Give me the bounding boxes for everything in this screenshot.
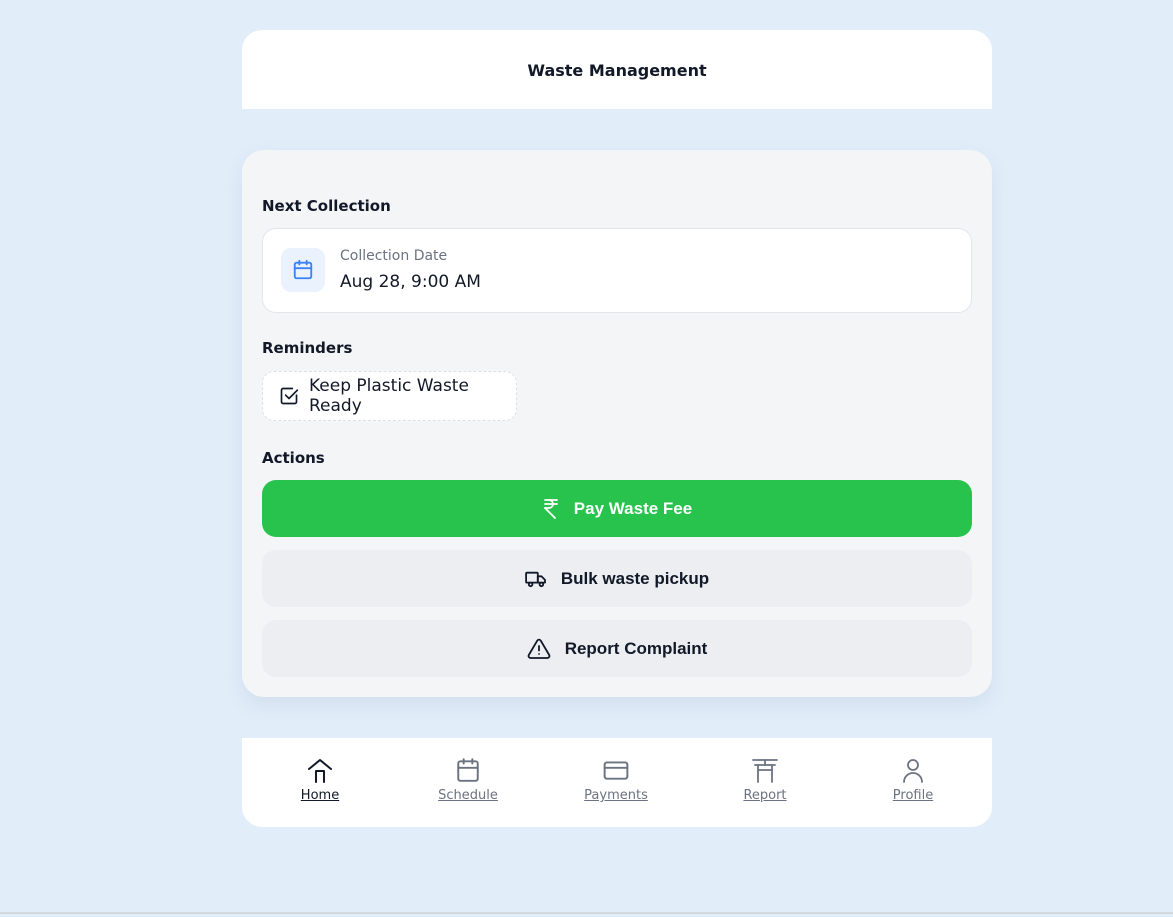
- nav-item-profile[interactable]: Profile: [853, 756, 973, 803]
- collection-date-value: Aug 28, 9:00 AM: [340, 272, 481, 292]
- collection-date-card: Collection Date Aug 28, 9:00 AM: [262, 228, 972, 313]
- bulk-waste-pickup-button[interactable]: Bulk waste pickup: [262, 550, 972, 607]
- nav-label-payments: Payments: [584, 788, 648, 803]
- actions-heading: Actions: [262, 449, 325, 467]
- main-card: Next Collection Collection Date Aug 28, …: [242, 150, 992, 697]
- reminders-heading: Reminders: [262, 339, 353, 357]
- home-icon: [307, 756, 333, 784]
- reminder-item[interactable]: Keep Plastic Waste Ready: [262, 371, 517, 421]
- calendar-icon: [281, 248, 325, 292]
- checkbox-checked-icon: [279, 386, 299, 406]
- report-complaint-label: Report Complaint: [564, 638, 708, 658]
- report-complaint-button[interactable]: Report Complaint: [262, 620, 972, 677]
- bottom-nav: Home Schedule Payments Report Profile: [242, 738, 992, 827]
- pay-waste-fee-label: Pay Waste Fee: [573, 498, 693, 518]
- nav-item-report[interactable]: Report: [705, 756, 825, 803]
- nav-item-schedule[interactable]: Schedule: [408, 756, 528, 803]
- nav-label-home: Home: [300, 788, 340, 803]
- nav-item-payments[interactable]: Payments: [556, 756, 676, 803]
- nav-label-schedule: Schedule: [438, 788, 498, 803]
- collection-date-label: Collection Date: [340, 248, 448, 264]
- rupee-icon: [542, 498, 560, 520]
- bulk-waste-pickup-label: Bulk waste pickup: [560, 568, 710, 588]
- window-bottom-border: [0, 912, 1173, 914]
- reminder-label: Keep Plastic Waste Ready: [309, 376, 469, 416]
- pay-waste-fee-button[interactable]: Pay Waste Fee: [262, 480, 972, 537]
- nav-label-profile: Profile: [892, 788, 934, 803]
- nav-item-home[interactable]: Home: [260, 756, 380, 803]
- warning-icon: [527, 638, 551, 660]
- truck-icon: [525, 570, 547, 588]
- page-title: Waste Management: [527, 61, 707, 80]
- next-collection-heading: Next Collection: [262, 197, 391, 215]
- torii-gate-icon: [752, 756, 778, 784]
- calendar-icon: [455, 756, 481, 784]
- user-icon: [900, 756, 926, 784]
- app-header: Waste Management: [242, 30, 992, 109]
- nav-label-report: Report: [743, 788, 787, 803]
- credit-card-icon: [603, 756, 629, 784]
